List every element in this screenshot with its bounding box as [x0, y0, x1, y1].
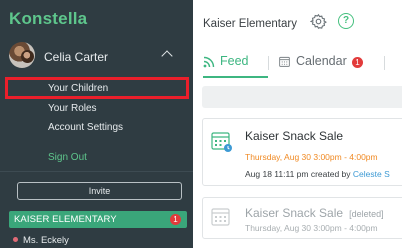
calendar-badge: 1 [352, 57, 363, 68]
user-menu-toggle[interactable]: Celia Carter [0, 40, 193, 74]
app-logo[interactable]: Konstella [9, 9, 87, 29]
event-calendar-icon [211, 208, 230, 226]
event-calendar-icon [211, 132, 232, 152]
user-name: Celia Carter [44, 50, 109, 64]
school-name: KAISER ELEMENTARY [14, 214, 117, 225]
avatar [9, 42, 35, 68]
class-dot-icon [13, 236, 18, 242]
event-meta: Aug 18 11:11 pm created by Celeste S [245, 169, 390, 179]
tab-calendar-label: Calendar [296, 54, 347, 68]
menu-item-account-settings[interactable]: Account Settings [48, 122, 123, 133]
tab-bar: Feed Calendar 1 [193, 50, 402, 78]
invite-button[interactable]: Invite [17, 182, 182, 200]
calendar-icon [279, 56, 290, 67]
event-title[interactable]: Kaiser Snack Sale [deleted] [245, 206, 384, 220]
chevron-up-icon[interactable] [161, 50, 173, 62]
menu-item-your-roles[interactable]: Your Roles [48, 103, 97, 114]
sidebar-divider [0, 171, 193, 172]
search-bar[interactable] [202, 86, 402, 108]
tab-separator [268, 56, 269, 70]
sign-out-link[interactable]: Sign Out [48, 152, 87, 163]
author-link[interactable]: Celeste S [353, 169, 390, 179]
deleted-tag: [deleted] [349, 209, 384, 219]
feed-card[interactable]: Kaiser Snack Sale Thursday, Aug 30 3:00p… [202, 118, 402, 186]
main-content: Kaiser Elementary ? Feed Calendar 1 Kais… [193, 0, 402, 248]
active-tab-indicator [203, 76, 268, 78]
event-created: Aug 18 11:11 pm created by [245, 169, 351, 179]
help-icon[interactable]: ? [338, 13, 354, 29]
class-name: Ms. Eckely [23, 235, 69, 246]
event-date: Thursday, Aug 30 3:00pm - 4:00pm [245, 152, 378, 162]
tab-feed-label: Feed [220, 54, 249, 68]
class-item[interactable]: Ms. Eckely [13, 235, 69, 246]
feed-card[interactable]: Kaiser Snack Sale [deleted] Thursday, Aug… [202, 197, 402, 239]
event-title[interactable]: Kaiser Snack Sale [245, 129, 343, 143]
page-title: Kaiser Elementary [203, 18, 297, 30]
rss-feed-icon [203, 56, 215, 68]
sidebar: Konstella Celia Carter Your Children You… [0, 0, 193, 248]
school-item[interactable]: KAISER ELEMENTARY 1 [9, 211, 187, 228]
notification-badge: 1 [170, 214, 181, 225]
gear-icon[interactable] [310, 13, 327, 30]
event-date: Thursday, Aug 30 3:00pm - 4:00pm [245, 223, 378, 233]
event-title-text: Kaiser Snack Sale [245, 206, 344, 220]
highlight-box [5, 77, 189, 99]
tab-separator [384, 56, 385, 70]
